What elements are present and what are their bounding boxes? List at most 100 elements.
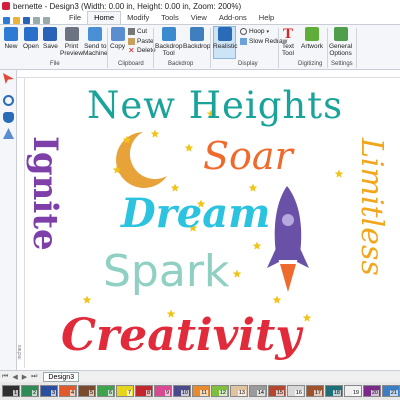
ribbon-separator [278,28,279,68]
print-preview-button[interactable]: Print Preview [60,27,83,57]
new-quick-icon[interactable] [3,17,10,24]
copy-icon [110,27,125,41]
cut-button[interactable]: Cut [128,28,147,35]
hoop-dropdown[interactable]: Hoop ▾ [240,28,269,35]
copy-label: Copy [110,43,126,50]
thread-swatch[interactable]: 9 [154,385,172,397]
thread-swatch[interactable]: 4 [59,385,77,397]
open-quick-icon[interactable] [13,17,20,24]
backdrop-tool-icon [161,27,176,41]
text-tool-button[interactable]: T Text Tool [281,27,295,58]
thread-swatch[interactable]: 6 [97,385,115,397]
first-tab-button[interactable]: ⏮ [2,373,8,381]
star-icon [334,169,344,178]
paste-button[interactable]: Paste [128,38,154,45]
save-button[interactable]: Save [43,27,58,50]
thread-swatch[interactable]: 2 [21,385,39,397]
save-label: Save [43,43,58,50]
hoop-label: Hoop [249,28,265,35]
thread-number: 15 [275,390,284,396]
settings-icon [333,27,348,41]
thread-swatch[interactable]: 14 [249,385,267,397]
thread-swatch[interactable]: 19 [344,385,362,397]
word-dream: Dream [121,190,271,237]
thread-swatch[interactable]: 12 [211,385,229,397]
thread-swatch[interactable]: 21 [382,385,400,397]
thread-number: 5 [88,390,94,396]
backdrop-icon [189,27,204,41]
thread-swatch[interactable]: 10 [173,385,191,397]
realistic-label: Realistic [213,43,238,50]
open-button[interactable]: Open [23,27,39,50]
thread-swatch[interactable]: 1 [2,385,20,397]
next-tab-button[interactable]: ▶ [22,373,27,381]
thread-number: 2 [31,390,37,396]
zoom-magnifier-icon[interactable] [3,95,14,106]
ribbon-separator [210,28,211,68]
design-canvas[interactable]: New Heights Ignite Soar Dream Spark Limi… [25,78,400,370]
tab-tools[interactable]: Tools [155,12,185,24]
tab-design3[interactable]: Design3 [43,371,80,382]
tab-help[interactable]: Help [253,12,280,24]
thread-number: 1 [12,390,18,396]
thread-palette: 1 2 3 4 5 6 7 8 9 10 11 12 13 14 15 16 17 18 19 20 21 [0,382,400,400]
general-options-button[interactable]: General Options [329,27,352,57]
quick-access-toolbar [3,17,63,24]
settings-group-label: Settings [331,61,353,67]
save-quick-icon[interactable] [23,17,30,24]
send-to-machine-button[interactable]: Send to Machine [83,27,108,57]
thread-swatch[interactable]: 20 [363,385,381,397]
digitizing-group-label: Digitizing [298,61,323,67]
thread-number: 19 [351,390,360,396]
tab-file[interactable]: File [63,12,87,24]
new-file-icon [4,27,18,41]
window-title: bernette - Design3 (Width: 0.00 in, Heig… [13,1,242,11]
left-toolbar [0,70,17,370]
tab-add-ons[interactable]: Add-ons [213,12,253,24]
thread-number: 18 [332,390,341,396]
thread-number: 3 [50,390,56,396]
text-tool-label: Text Tool [282,43,294,57]
thread-number: 11 [200,390,208,396]
thread-swatch[interactable]: 15 [268,385,286,397]
thread-swatch[interactable]: 18 [325,385,343,397]
thread-number: 9 [164,390,170,396]
last-tab-button[interactable]: ⏭ [31,373,37,381]
thread-swatch[interactable]: 8 [135,385,153,397]
tab-modify[interactable]: Modify [121,12,155,24]
pan-hand-icon[interactable] [3,112,14,123]
file-group-label: File [50,61,60,67]
machine-icon [88,27,103,41]
thread-number: 12 [218,390,227,396]
backdrop-button[interactable]: Backdrop [183,27,210,50]
redo-quick-icon[interactable] [43,17,50,24]
copy-button[interactable]: Copy [110,27,125,50]
app-logo-icon [2,2,10,10]
tab-home[interactable]: Home [87,11,122,24]
select-arrow-icon[interactable] [3,73,14,84]
hoop-icon [240,28,247,35]
backdrop-tool-button[interactable]: Backdrop Tool [155,27,182,57]
save-icon [43,27,58,41]
thread-swatch[interactable]: 16 [287,385,305,397]
tab-view[interactable]: View [185,12,213,24]
star-icon [302,313,312,322]
cut-label: Cut [137,28,148,35]
thread-swatch[interactable]: 5 [78,385,96,397]
measure-icon[interactable] [3,128,14,139]
delete-button[interactable]: ✕ Delete [128,47,156,55]
send-to-machine-label: Send to Machine [83,43,108,57]
clipboard-icon [128,38,135,45]
undo-quick-icon[interactable] [33,17,40,24]
artwork-label: Artwork [301,43,324,50]
thread-swatch[interactable]: 11 [192,385,210,397]
thread-swatch[interactable]: 17 [306,385,324,397]
prev-tab-button[interactable]: ◀ [12,373,17,381]
artwork-button[interactable]: Artwork [301,27,323,50]
thread-swatch[interactable]: 13 [230,385,248,397]
new-button[interactable]: New [4,27,18,50]
backdrop-group-label: Backdrop [168,61,194,67]
realistic-button[interactable]: Realistic [213,27,238,50]
thread-swatch[interactable]: 7 [116,385,134,397]
thread-swatch[interactable]: 3 [40,385,58,397]
